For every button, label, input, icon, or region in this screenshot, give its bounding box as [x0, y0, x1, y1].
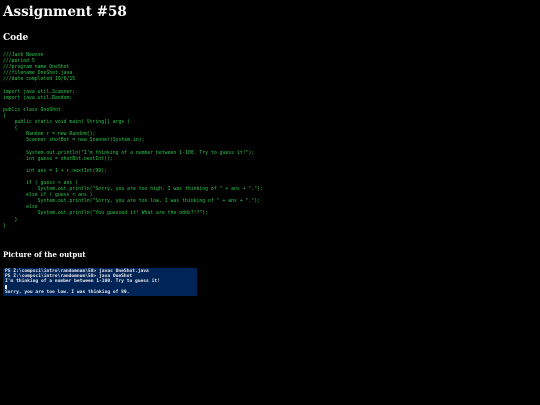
code-line: }	[3, 223, 6, 229]
code-block: ///Jack Newson///period 5///program name…	[3, 53, 263, 230]
code-line: System.out.println("Sorry, you are too l…	[3, 199, 261, 205]
terminal-line: I'm thinking of a number between 1-100. …	[5, 279, 160, 285]
output-screenshot: PS Z:\compsci\intro\randomnum\58> javac …	[3, 268, 197, 296]
page-title: Assignment #58	[3, 4, 127, 20]
output-heading: Picture of the output	[3, 250, 86, 259]
terminal-cursor	[5, 285, 7, 290]
code-heading: Code	[3, 33, 29, 43]
terminal-line: Sorry, you are too low. I was thinking o…	[5, 289, 130, 295]
code-line: System.out.println("I'm thinking of a nu…	[3, 150, 255, 156]
